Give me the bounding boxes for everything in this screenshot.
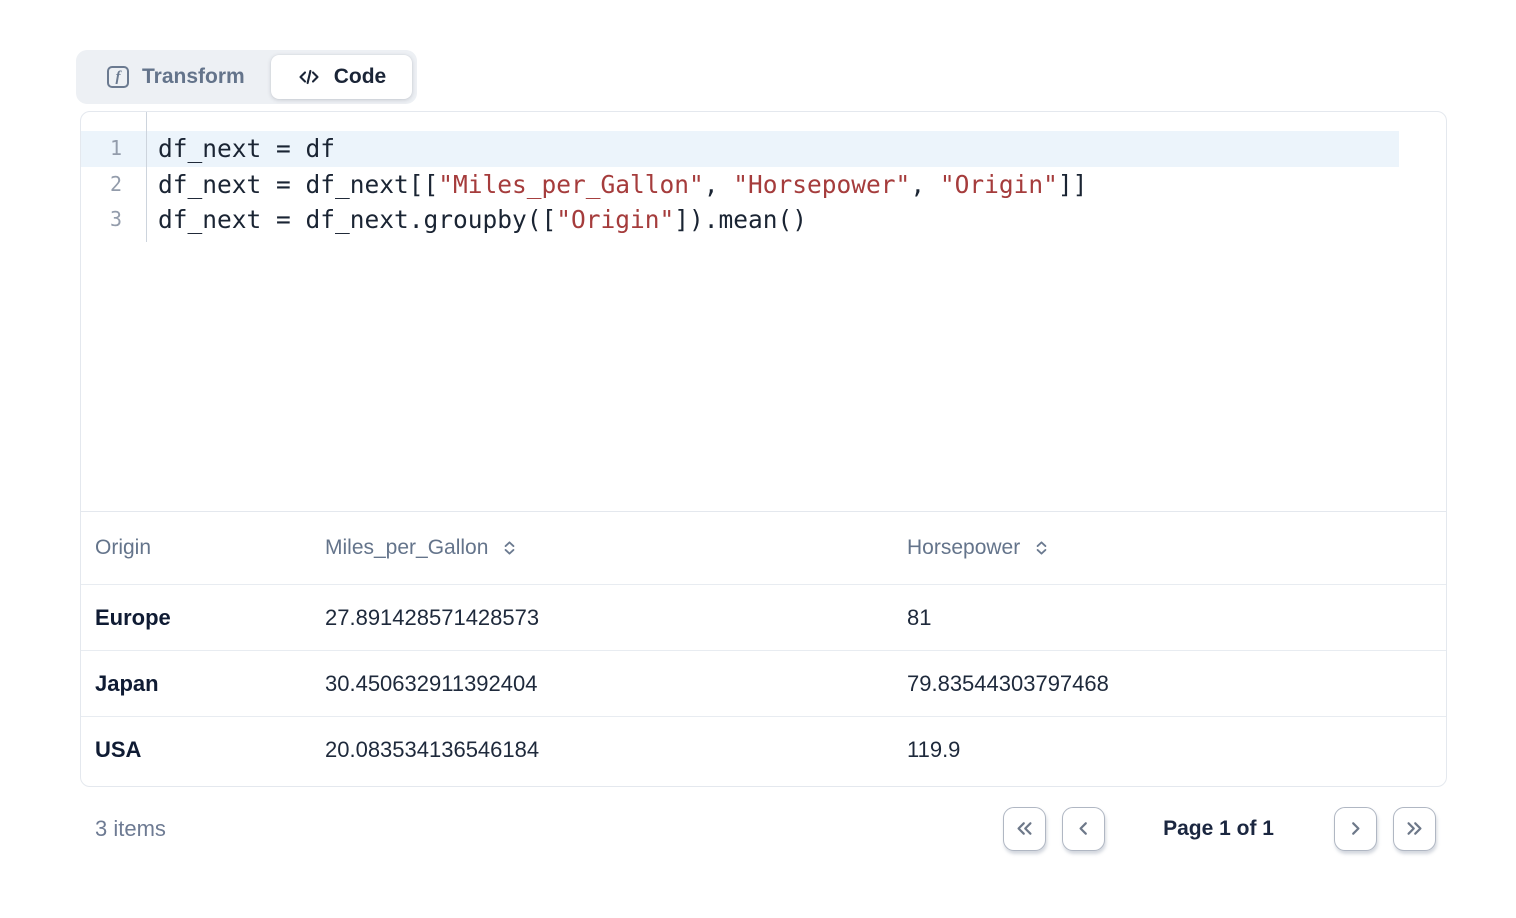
column-header-miles-per-gallon[interactable]: Miles_per_Gallon [325, 536, 907, 560]
pagination: Page 1 of 1 [1003, 807, 1436, 851]
code-text: df_next = df_next[["Miles_per_Gallon", "… [146, 167, 1087, 203]
table-row: Europe 27.891428571428573 81 [81, 585, 1446, 651]
items-count: 3 items [80, 816, 166, 842]
table-row: USA 20.083534136546184 119.9 [81, 717, 1446, 783]
cell-origin: Japan [95, 671, 325, 697]
column-label: Miles_per_Gallon [325, 536, 488, 560]
table-row: Japan 30.450632911392404 79.835443037974… [81, 651, 1446, 717]
line-number: 2 [81, 167, 146, 203]
tab-code-label: Code [334, 65, 387, 89]
tab-transform-label: Transform [142, 65, 245, 89]
column-header-horsepower[interactable]: Horsepower [907, 536, 1446, 560]
line-number: 1 [81, 131, 146, 167]
sort-icon[interactable] [1033, 539, 1050, 557]
tab-transform[interactable]: f Transform [81, 55, 271, 99]
first-page-button[interactable] [1003, 807, 1046, 851]
double-chevron-right-icon [1402, 816, 1427, 841]
column-header-origin: Origin [95, 536, 325, 560]
chevron-right-icon [1343, 816, 1368, 841]
cell-miles-per-gallon: 20.083534136546184 [325, 737, 907, 763]
cell-horsepower: 79.83544303797468 [907, 671, 1446, 697]
code-text: df_next = df [146, 131, 335, 167]
next-page-button[interactable] [1334, 807, 1377, 851]
sort-icon[interactable] [501, 539, 518, 557]
table-footer: 3 items Page 1 of 1 [80, 787, 1447, 870]
cell-horsepower: 119.9 [907, 737, 1446, 763]
chevron-left-icon [1071, 816, 1096, 841]
function-icon: f [107, 66, 129, 88]
code-text: df_next = df_next.groupby(["Origin"]).me… [146, 202, 807, 238]
code-line-1[interactable]: 1 df_next = df [81, 131, 1446, 167]
cell-horsepower: 81 [907, 605, 1446, 631]
table-header-row: Origin Miles_per_Gallon Horsepower [81, 512, 1446, 585]
code-line-3[interactable]: 3 df_next = df_next.groupby(["Origin"]).… [81, 202, 1446, 238]
page-indicator: Page 1 of 1 [1163, 817, 1274, 841]
column-label: Origin [95, 536, 151, 560]
double-chevron-left-icon [1012, 816, 1037, 841]
results-panel: 1 df_next = df 2 df_next = df_next[["Mil… [80, 111, 1447, 787]
tab-code[interactable]: Code [271, 55, 413, 99]
line-number: 3 [81, 202, 146, 238]
cell-miles-per-gallon: 27.891428571428573 [325, 605, 907, 631]
code-icon [297, 65, 321, 89]
code-line-2[interactable]: 2 df_next = df_next[["Miles_per_Gallon",… [81, 167, 1446, 203]
cell-origin: USA [95, 737, 325, 763]
code-editor[interactable]: 1 df_next = df 2 df_next = df_next[["Mil… [81, 112, 1446, 512]
column-label: Horsepower [907, 536, 1020, 560]
last-page-button[interactable] [1393, 807, 1436, 851]
gutter-divider [146, 112, 147, 242]
cell-miles-per-gallon: 30.450632911392404 [325, 671, 907, 697]
previous-page-button[interactable] [1062, 807, 1105, 851]
cell-origin: Europe [95, 605, 325, 631]
view-switcher: f Transform Code [76, 50, 417, 104]
